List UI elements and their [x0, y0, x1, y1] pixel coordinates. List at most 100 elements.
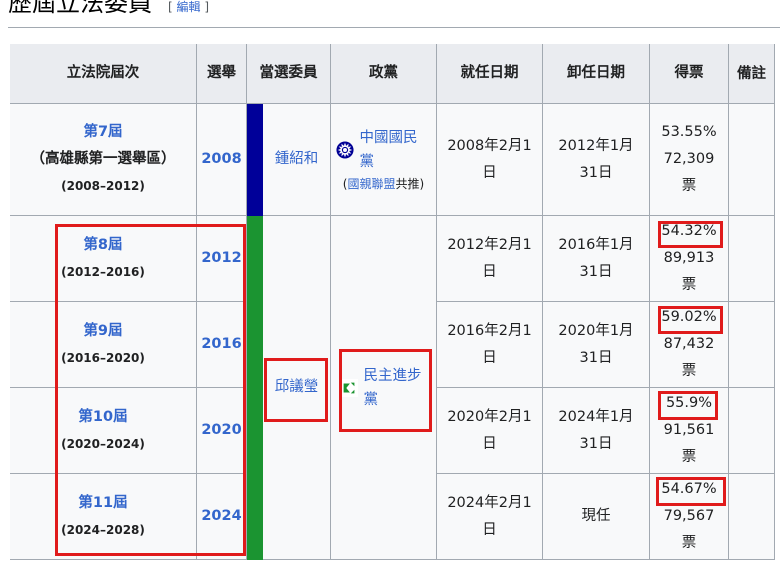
election-link[interactable]: 2012: [201, 245, 241, 272]
party-color-bar-kmt: [247, 104, 263, 216]
notes-cell: [729, 388, 775, 474]
kmt-note-rest: 共推: [395, 176, 420, 191]
term-link[interactable]: 第8屆: [83, 232, 122, 259]
header-votes: 得票: [650, 44, 729, 104]
edit-section: [ 編輯 ]: [168, 0, 210, 14]
start-date-cell: 2012年2月1日: [437, 216, 543, 302]
votes-cell: 54.67% 79,567 票: [650, 474, 729, 560]
header-term: 立法院屆次: [10, 44, 197, 104]
party-dpp: 民主進步黨: [339, 364, 428, 412]
election-cell: 2024: [197, 474, 247, 560]
start-date-cell: 2020年2月1日: [437, 388, 543, 474]
start-date-cell: 2008年2月1日: [437, 104, 543, 216]
term-cell: 第10屆 (2020–2024): [10, 388, 197, 474]
term-link[interactable]: 第10屆: [78, 404, 127, 431]
end-date-cell: 現任: [543, 474, 650, 560]
vote-count: 72,309: [663, 151, 715, 167]
party-cell: 民主進步黨: [331, 216, 437, 560]
header-end-label: 卸任日期: [567, 65, 625, 81]
party-kmt-note: (國親聯盟共推): [343, 174, 424, 194]
notes-cell: [729, 216, 775, 302]
kmt-emblem-icon: [335, 140, 354, 159]
election-link[interactable]: 2016: [201, 331, 241, 358]
header-votes-label: 得票: [674, 65, 704, 81]
header-start-label: 就任日期: [460, 65, 519, 81]
member-cell: 鍾紹和: [263, 104, 331, 216]
votes-stack: 59.02% 87,432 票: [661, 304, 716, 385]
party-dpp-line: 民主進步黨: [339, 364, 428, 412]
election-cell: 2020: [197, 388, 247, 474]
vote-count: 89,913: [663, 250, 715, 266]
start-date: 2016年2月1日: [447, 322, 532, 366]
vote-percent: 53.55%: [661, 124, 717, 140]
term-years: (2024–2028): [61, 522, 145, 537]
party-kmt: 中國國民黨 (國親聯盟共推): [335, 126, 432, 194]
term-stack: 第10屆 (2020–2024): [61, 404, 145, 458]
term-stack: 第9屆 (2016–2020): [61, 318, 145, 372]
election-cell: 2008: [197, 104, 247, 216]
end-date: 2024年1月31日: [558, 408, 634, 452]
party-cell: 中國國民黨 (國親聯盟共推): [331, 104, 437, 216]
notes-cell: [729, 104, 775, 216]
notes-cell: [729, 474, 775, 560]
header-notes: 備註: [729, 44, 775, 104]
section-heading: 歷屆立法委員 [ 編輯 ]: [8, 0, 209, 18]
term-stack: 第8屆 (2012–2016): [61, 232, 145, 286]
header-member: 當選委員: [247, 44, 331, 104]
member-link[interactable]: 邱議瑩: [275, 374, 319, 401]
end-date: 現任: [581, 508, 611, 524]
election-link[interactable]: 2008: [201, 146, 241, 173]
end-date-cell: 2012年1月31日: [543, 104, 650, 216]
dpp-emblem-icon: [339, 378, 358, 397]
term-years: (2020–2024): [61, 436, 145, 451]
end-date: 2016年1月31日: [558, 236, 634, 280]
vote-count: 79,567: [663, 508, 715, 524]
header-member-label: 當選委員: [259, 65, 318, 81]
header-start: 就任日期: [437, 44, 543, 104]
vote-percent: 54.67%: [661, 481, 717, 497]
start-date-cell: 2024年2月1日: [437, 474, 543, 560]
term-cell: 第11屆 (2024–2028): [10, 474, 197, 560]
start-date: 2012年2月1日: [447, 236, 532, 280]
end-date: 2012年1月31日: [558, 137, 634, 181]
election-link[interactable]: 2020: [201, 417, 241, 444]
vote-unit: 票: [681, 277, 697, 293]
term-cell: 第7屆 （高雄縣第一選舉區） (2008–2012): [10, 104, 197, 216]
start-date: 2008年2月1日: [447, 137, 532, 181]
votes-cell: 54.32% 89,913 票: [650, 216, 729, 302]
votes-cell: 53.55% 72,309 票: [650, 104, 729, 216]
end-date-cell: 2024年1月31日: [543, 388, 650, 474]
party-kmt-link[interactable]: 中國國民黨: [360, 126, 432, 174]
notes-cell: [729, 302, 775, 388]
party-color-bar-dpp: [247, 216, 263, 560]
party-dpp-link[interactable]: 民主進步黨: [364, 364, 428, 412]
election-link[interactable]: 2024: [201, 503, 241, 530]
vote-percent: 54.32%: [661, 223, 717, 239]
term-link[interactable]: 第7屆: [83, 124, 122, 140]
end-date-cell: 2020年1月31日: [543, 302, 650, 388]
edit-link[interactable]: 編輯: [177, 0, 201, 14]
vote-count: 91,561: [663, 422, 715, 438]
header-end: 卸任日期: [543, 44, 650, 104]
end-date-cell: 2016年1月31日: [543, 216, 650, 302]
header-election: 選舉: [197, 44, 247, 104]
votes-cell: 59.02% 87,432 票: [650, 302, 729, 388]
election-cell: 2012: [197, 216, 247, 302]
vote-unit: 票: [681, 449, 697, 465]
start-date: 2020年2月1日: [447, 408, 532, 452]
end-date: 2020年1月31日: [558, 322, 634, 366]
vote-count: 87,432: [663, 336, 715, 352]
term-link[interactable]: 第11屆: [78, 490, 127, 517]
section-title: 歷屆立法委員: [8, 0, 152, 17]
kmt-alliance-link[interactable]: 國親聯盟: [347, 177, 395, 191]
header-party: 政黨: [331, 44, 437, 104]
term-cell: 第9屆 (2016–2020): [10, 302, 197, 388]
term-link[interactable]: 第9屆: [83, 318, 122, 345]
votes-stack: 53.55% 72,309 票: [661, 119, 716, 200]
term-cell: 第8屆 (2012–2016): [10, 216, 197, 302]
header-party-label: 政黨: [369, 65, 398, 81]
term-suffix: （高雄縣第一選舉區）: [30, 151, 176, 167]
term-years: (2012–2016): [61, 264, 145, 279]
member-link[interactable]: 鍾紹和: [275, 146, 319, 173]
election-cell: 2016: [197, 302, 247, 388]
